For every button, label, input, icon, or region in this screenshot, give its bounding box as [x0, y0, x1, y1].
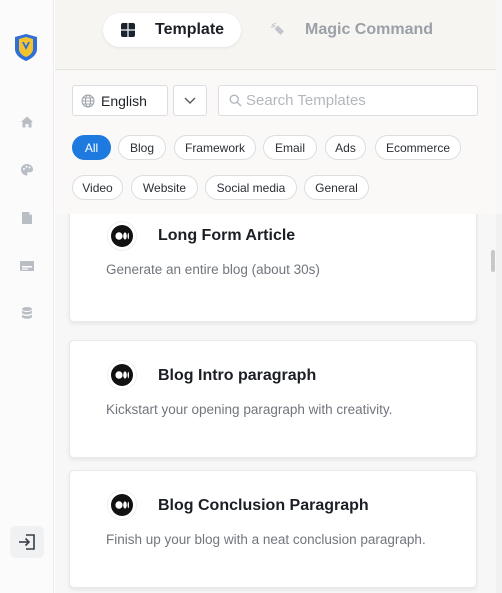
logout-button[interactable] — [10, 526, 44, 558]
image-card-icon[interactable] — [17, 256, 37, 276]
template-card-blog-intro-paragraph[interactable]: Blog Intro paragraph Kickstart your open… — [69, 340, 477, 458]
chip-ads[interactable]: Ads — [325, 135, 366, 160]
chip-framework[interactable]: Framework — [174, 135, 256, 160]
document-icon[interactable] — [17, 208, 37, 228]
search-icon — [229, 94, 242, 107]
scrollbar-track[interactable] — [496, 214, 502, 593]
template-panel: Template Magic Command English A — [55, 0, 502, 593]
template-description: Generate an entire blog (about 30s) — [106, 262, 320, 277]
medium-logo-icon — [108, 361, 136, 389]
template-title: Long Form Article — [158, 227, 296, 244]
magic-wand-icon — [269, 21, 287, 39]
scrollbar-thumb[interactable] — [491, 250, 495, 272]
chip-general[interactable]: General — [304, 175, 369, 200]
template-description: Finish up your blog with a neat conclusi… — [106, 532, 426, 547]
template-list: Long Form Article Generate an entire blo… — [55, 214, 496, 593]
chevron-down-icon — [184, 97, 196, 105]
tab-magic-command-label: Magic Command — [305, 21, 434, 38]
palette-icon[interactable] — [17, 160, 37, 180]
template-title: Blog Intro paragraph — [158, 367, 317, 384]
language-select[interactable]: English — [72, 85, 168, 116]
chip-blog[interactable]: Blog — [118, 135, 166, 160]
database-icon[interactable] — [17, 303, 37, 323]
search-input[interactable] — [246, 92, 466, 109]
mode-tabs: Template Magic Command — [55, 0, 496, 70]
language-value: English — [101, 92, 147, 109]
filter-bar: English All Blog Framework Email Ads Eco… — [55, 71, 496, 214]
tab-magic-command[interactable]: Magic Command — [265, 13, 455, 47]
exit-icon — [17, 533, 37, 551]
home-icon[interactable] — [17, 112, 37, 132]
template-card-blog-conclusion-paragraph[interactable]: Blog Conclusion Paragraph Finish up your… — [69, 470, 477, 588]
side-rail — [0, 0, 54, 593]
chip-social-media[interactable]: Social media — [205, 175, 297, 200]
chip-ecommerce[interactable]: Ecommerce — [375, 135, 461, 160]
chip-video[interactable]: Video — [72, 175, 123, 200]
search-box[interactable] — [218, 85, 478, 116]
logo-shield-icon[interactable] — [12, 34, 40, 62]
chip-email[interactable]: Email — [263, 135, 317, 160]
grid-icon — [119, 21, 137, 39]
language-dropdown-button[interactable] — [173, 85, 207, 116]
template-card-long-form-article[interactable]: Long Form Article Generate an entire blo… — [69, 214, 477, 322]
chip-all[interactable]: All — [72, 135, 111, 160]
template-description: Kickstart your opening paragraph with cr… — [106, 402, 393, 417]
tab-template[interactable]: Template — [103, 13, 241, 47]
globe-icon — [81, 94, 95, 108]
template-title: Blog Conclusion Paragraph — [158, 497, 369, 514]
medium-logo-icon — [108, 222, 136, 250]
tab-template-label: Template — [155, 21, 225, 38]
chip-website[interactable]: Website — [131, 175, 198, 200]
medium-logo-icon — [108, 491, 136, 519]
